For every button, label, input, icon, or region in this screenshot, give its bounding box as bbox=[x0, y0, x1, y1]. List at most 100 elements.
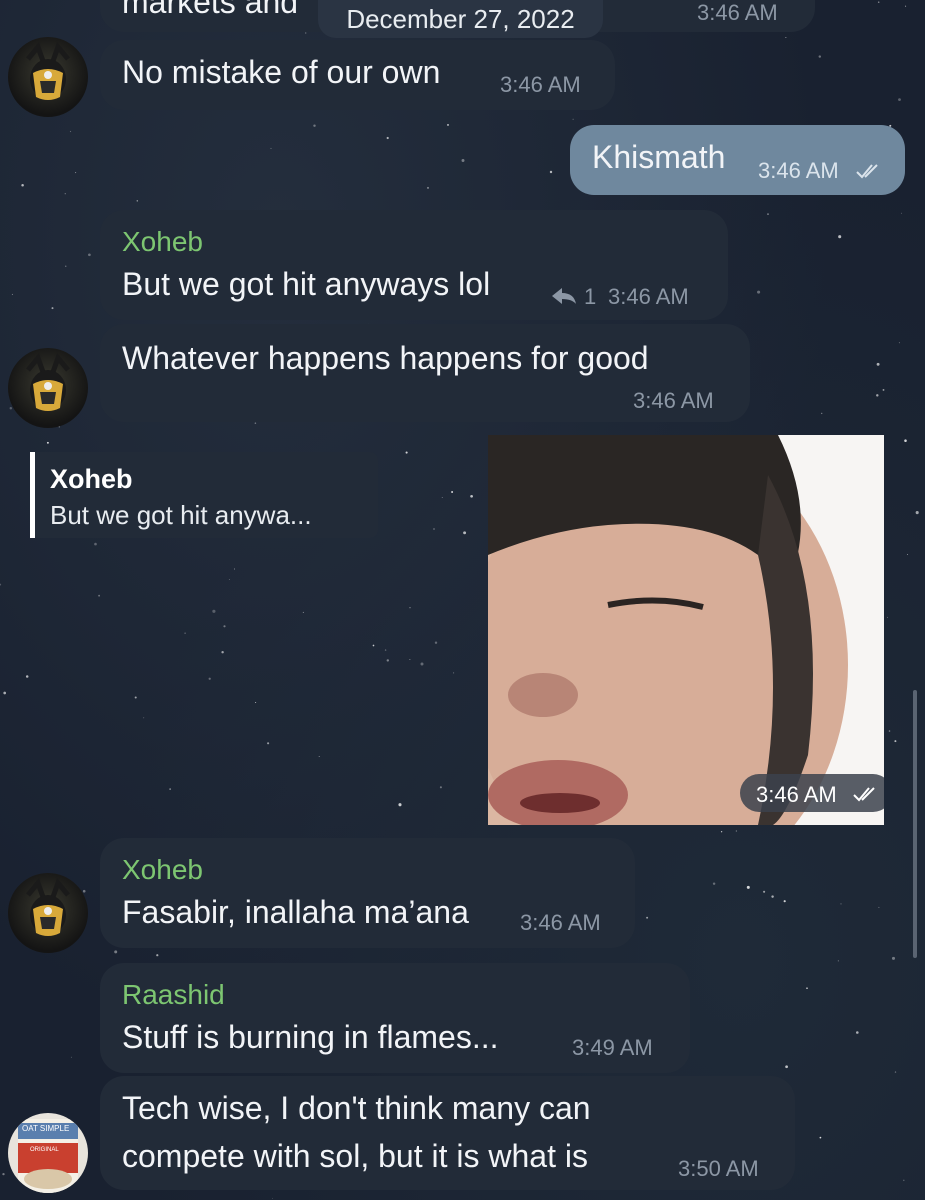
message-bubble[interactable]: Xoheb Fasabir, inallaha ma’ana 3:46 AM bbox=[100, 838, 635, 948]
star bbox=[837, 960, 839, 962]
star bbox=[221, 650, 224, 654]
photo-image bbox=[488, 435, 884, 825]
star bbox=[156, 954, 159, 957]
message-bubble[interactable]: Raashid Stuff is burning in flames... 3:… bbox=[100, 963, 690, 1073]
read-checkmarks-icon bbox=[853, 787, 875, 802]
sender-name: Xoheb bbox=[122, 854, 203, 885]
reply-text: But we got hit anywa... bbox=[50, 500, 312, 530]
star bbox=[882, 388, 885, 391]
star bbox=[46, 441, 49, 444]
avatar-image bbox=[26, 42, 70, 100]
star bbox=[785, 1065, 788, 1069]
star bbox=[894, 740, 897, 743]
message-time: 3:46 AM bbox=[756, 782, 837, 807]
star bbox=[891, 956, 896, 960]
reply-arrow-icon[interactable] bbox=[548, 284, 578, 306]
star bbox=[767, 213, 769, 215]
message-text: Fasabir, inallaha ma’ana bbox=[122, 894, 469, 930]
star bbox=[720, 831, 723, 833]
message-text: markets and bbox=[122, 0, 299, 20]
star bbox=[384, 649, 387, 651]
star bbox=[420, 662, 424, 666]
scrollbar[interactable] bbox=[913, 690, 917, 958]
star bbox=[840, 903, 842, 905]
star bbox=[21, 184, 24, 187]
message-text: Whatever happens happens for good bbox=[122, 340, 649, 376]
message-bubble[interactable]: No mistake of our own 3:46 AM bbox=[100, 40, 615, 110]
message-text-line: Tech wise, I don't think many can bbox=[122, 1090, 591, 1126]
star bbox=[463, 531, 467, 535]
star bbox=[25, 675, 29, 678]
message-bubble[interactable]: Tech wise, I don't think many can compet… bbox=[100, 1076, 795, 1190]
star bbox=[439, 786, 442, 789]
star bbox=[907, 553, 908, 555]
star bbox=[771, 895, 774, 898]
sender-name: Xoheb bbox=[122, 226, 203, 257]
star bbox=[898, 98, 901, 101]
star bbox=[819, 1136, 822, 1139]
message-time: 3:49 AM bbox=[572, 1035, 653, 1060]
star bbox=[572, 118, 574, 120]
star bbox=[783, 900, 786, 903]
star bbox=[451, 491, 454, 493]
message-text: No mistake of our own bbox=[122, 54, 441, 90]
star bbox=[386, 136, 389, 140]
message-time: 3:46 AM bbox=[500, 72, 581, 97]
star bbox=[877, 1, 880, 3]
star bbox=[405, 451, 408, 454]
star bbox=[453, 672, 455, 674]
star bbox=[887, 616, 888, 618]
star bbox=[3, 691, 7, 695]
avatar-image bbox=[26, 878, 70, 936]
message-time: 3:46 AM bbox=[758, 158, 839, 183]
star bbox=[270, 147, 272, 149]
avatar[interactable] bbox=[8, 348, 88, 428]
star bbox=[856, 1031, 859, 1034]
star bbox=[398, 803, 402, 807]
star bbox=[208, 677, 211, 680]
star bbox=[302, 611, 304, 613]
star bbox=[228, 579, 230, 580]
star bbox=[903, 1179, 905, 1182]
star bbox=[441, 497, 443, 499]
avatar[interactable] bbox=[8, 873, 88, 953]
star bbox=[900, 212, 903, 214]
outgoing-message-bubble[interactable]: Khismath 3:46 AM bbox=[570, 125, 905, 195]
star bbox=[434, 641, 438, 644]
star bbox=[233, 568, 236, 570]
message-time: 3:50 AM bbox=[678, 1156, 759, 1181]
star bbox=[646, 916, 649, 919]
avatar[interactable] bbox=[8, 37, 88, 117]
message-text-line: compete with sol, but it is what is bbox=[122, 1138, 588, 1174]
star bbox=[318, 755, 320, 758]
star bbox=[88, 253, 91, 257]
star bbox=[254, 422, 257, 424]
sender-name: Raashid bbox=[122, 979, 225, 1010]
star bbox=[70, 1056, 72, 1058]
message-text: But we got hit anyways lol bbox=[122, 266, 491, 302]
date-header[interactable]: December 27, 2022 bbox=[318, 0, 603, 38]
star bbox=[2, 1172, 5, 1176]
star bbox=[878, 906, 880, 908]
star bbox=[75, 172, 77, 174]
reply-preview[interactable]: Xoheb But we got hit anywa... bbox=[30, 452, 378, 538]
message-bubble[interactable]: Xoheb But we got hit anyways lol 1 3:46 … bbox=[100, 210, 728, 320]
photo-message[interactable]: 3:46 AM bbox=[488, 435, 884, 825]
star bbox=[51, 307, 54, 310]
star bbox=[143, 717, 145, 719]
message-bubble[interactable]: Whatever happens happens for good 3:46 A… bbox=[100, 324, 750, 422]
star bbox=[905, 5, 907, 7]
star bbox=[888, 730, 891, 732]
star bbox=[433, 528, 435, 530]
star bbox=[876, 394, 879, 397]
photo-time-badge: 3:46 AM bbox=[740, 774, 884, 812]
star bbox=[386, 659, 390, 662]
star bbox=[305, 32, 307, 34]
star bbox=[65, 265, 67, 267]
star bbox=[763, 890, 766, 893]
star bbox=[876, 362, 880, 366]
star bbox=[894, 1071, 897, 1073]
message-time: 3:46 AM bbox=[697, 0, 778, 25]
star bbox=[255, 701, 257, 704]
avatar[interactable]: OAT SIMPLE ORIGINAL bbox=[8, 1113, 88, 1193]
